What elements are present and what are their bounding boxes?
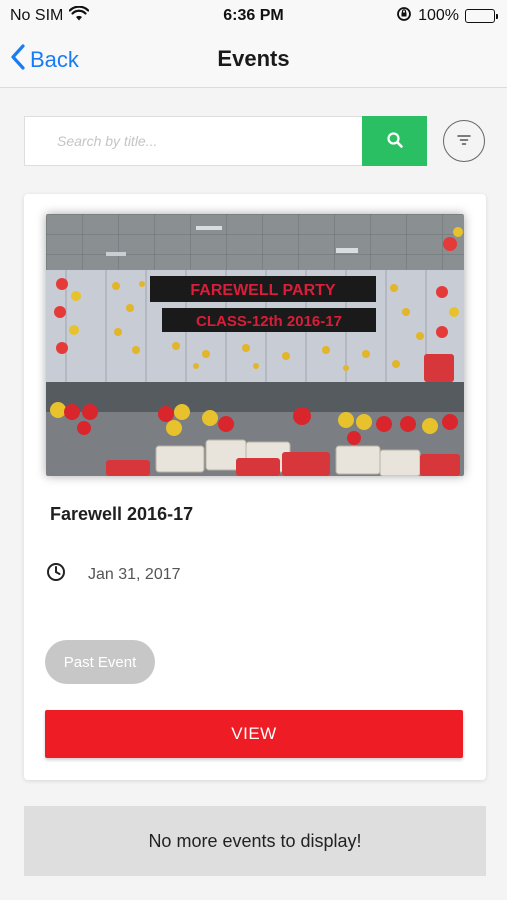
- event-title: Farewell 2016-17: [50, 504, 194, 524]
- status-right: 100%: [396, 6, 498, 27]
- event-date-row: Jan 31, 2017: [46, 562, 181, 587]
- search-button[interactable]: [362, 116, 427, 166]
- page-title: Events: [217, 46, 290, 71]
- filter-icon: [456, 134, 472, 149]
- event-status-badge: Past Event: [45, 640, 155, 684]
- battery-percent: 100%: [418, 7, 459, 24]
- filter-button[interactable]: [443, 120, 485, 162]
- banner-line-1: FAREWELL PARTY: [190, 282, 336, 299]
- carrier-label: No SIM: [10, 7, 64, 24]
- rotation-lock-icon: [396, 6, 412, 27]
- battery-icon: [465, 9, 498, 23]
- event-card: FAREWELL PARTY CLASS-12th 2016-17 Farewe…: [24, 194, 486, 780]
- event-date: Jan 31, 2017: [88, 565, 181, 583]
- banner-line-2: CLASS-12th 2016-17: [196, 313, 342, 330]
- clock-icon: [46, 562, 66, 587]
- view-event-button[interactable]: VIEW: [45, 710, 463, 758]
- search-row: [24, 116, 486, 166]
- navigation-bar: Back Events: [0, 32, 507, 88]
- search-input[interactable]: [24, 116, 362, 166]
- wifi-icon: [69, 5, 90, 27]
- event-image: FAREWELL PARTY CLASS-12th 2016-17: [46, 214, 464, 476]
- status-left: No SIM: [10, 5, 90, 27]
- end-of-list-message: No more events to display!: [24, 806, 486, 876]
- status-bar: No SIM 6:36 PM 100%: [0, 0, 507, 32]
- search-icon: [386, 131, 404, 152]
